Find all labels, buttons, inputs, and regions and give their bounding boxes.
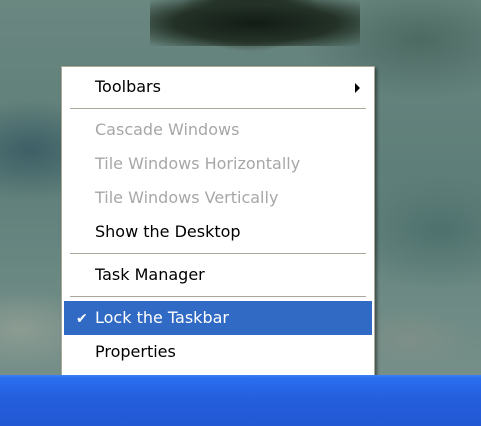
menu-item-label: Properties bbox=[95, 342, 176, 361]
menu-item-label: Lock the Taskbar bbox=[95, 308, 229, 327]
taskbar[interactable] bbox=[0, 375, 481, 426]
menu-item-show-desktop[interactable]: Show the Desktop bbox=[64, 215, 372, 249]
menu-item-label: Tile Windows Horizontally bbox=[95, 154, 301, 173]
menu-item-lock-taskbar[interactable]: ✔ Lock the Taskbar bbox=[64, 301, 372, 335]
menu-item-label: Cascade Windows bbox=[95, 120, 240, 139]
menu-item-toolbars[interactable]: Toolbars bbox=[64, 70, 372, 104]
menu-item-properties[interactable]: Properties bbox=[64, 335, 372, 369]
menu-separator bbox=[70, 296, 366, 297]
menu-item-cascade-windows: Cascade Windows bbox=[64, 113, 372, 147]
menu-item-tile-horizontally: Tile Windows Horizontally bbox=[64, 147, 372, 181]
checkmark-icon: ✔ bbox=[76, 311, 88, 327]
menu-separator bbox=[70, 253, 366, 254]
menu-item-task-manager[interactable]: Task Manager bbox=[64, 258, 372, 292]
menu-item-label: Tile Windows Vertically bbox=[95, 188, 279, 207]
menu-item-label: Toolbars bbox=[95, 77, 161, 96]
menu-item-label: Task Manager bbox=[95, 265, 205, 284]
menu-item-label: Show the Desktop bbox=[95, 222, 241, 241]
menu-separator bbox=[70, 108, 366, 109]
desktop[interactable]: Toolbars Cascade Windows Tile Windows Ho… bbox=[0, 0, 481, 426]
menu-item-tile-vertically: Tile Windows Vertically bbox=[64, 181, 372, 215]
chevron-right-icon bbox=[355, 83, 360, 93]
wallpaper-dark-rock bbox=[150, 0, 360, 46]
taskbar-context-menu: Toolbars Cascade Windows Tile Windows Ho… bbox=[61, 66, 375, 384]
